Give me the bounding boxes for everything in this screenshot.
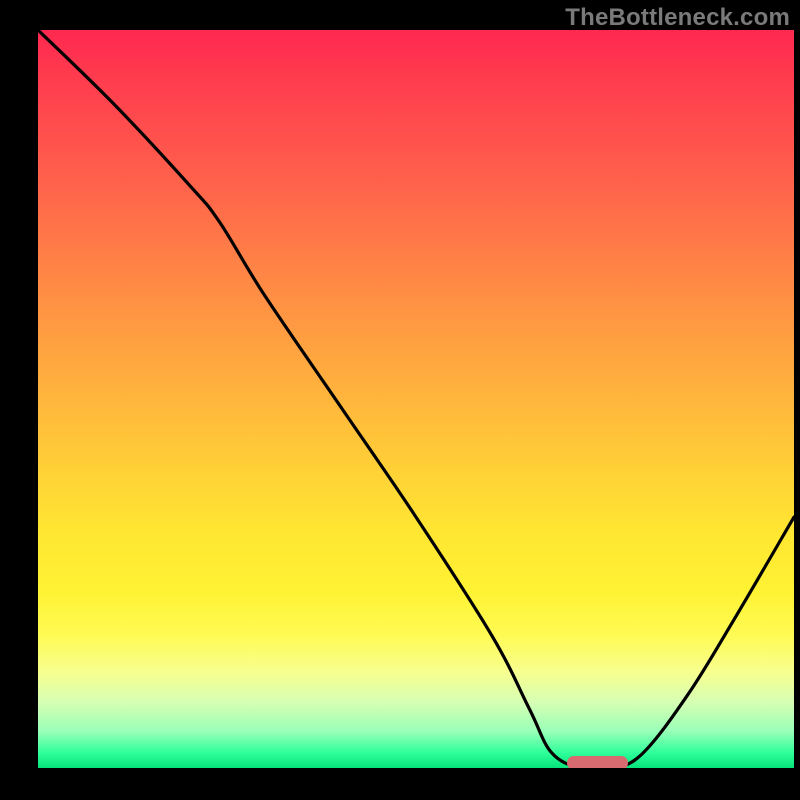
bottleneck-curve <box>38 30 794 768</box>
optimal-range-marker <box>567 756 627 768</box>
watermark-text: TheBottleneck.com <box>565 4 790 32</box>
plot-area <box>38 30 794 768</box>
chart-frame: TheBottleneck.com <box>0 0 800 800</box>
